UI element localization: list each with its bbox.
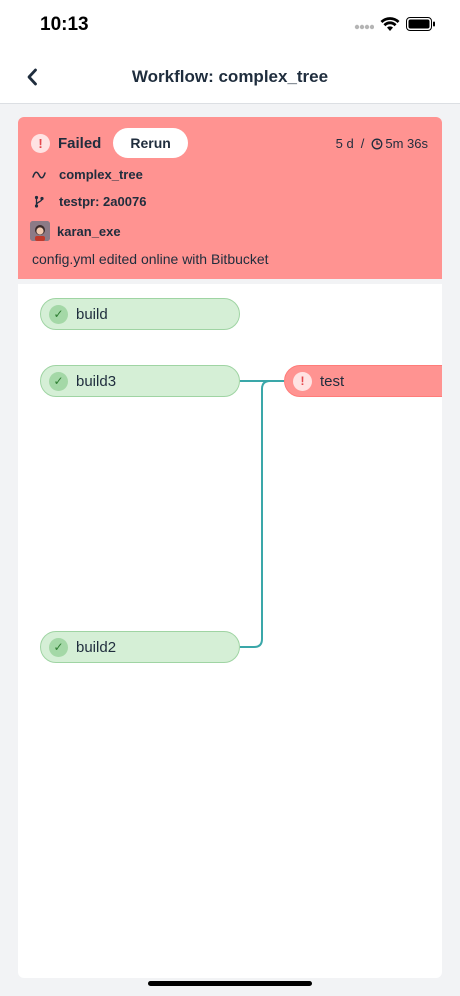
exclamation-circle-icon: !: [293, 371, 312, 391]
user-name: karan_exe: [57, 223, 121, 239]
clock-icon: [371, 138, 383, 149]
workflow-icon: [32, 170, 46, 180]
job-label: build2: [76, 638, 117, 656]
job-label: build3: [76, 372, 117, 390]
signal-icon: [354, 24, 374, 30]
job-build[interactable]: ✓ build: [40, 298, 240, 330]
job-build3[interactable]: ✓ build3: [40, 365, 240, 397]
status-badge: Failed: [58, 134, 102, 152]
duration-text: 5m 36s: [385, 136, 428, 151]
timing-separator: /: [360, 136, 365, 151]
check-circle-icon: ✓: [49, 304, 68, 324]
git-branch-icon: [32, 195, 46, 208]
battery-icon: [406, 17, 435, 31]
job-label: build: [76, 305, 108, 323]
age-text: 5 d: [335, 136, 354, 151]
workflow-summary-card: ! Failed Rerun 5 d / 5m 36s complex_tree: [18, 117, 442, 279]
page-title: Workflow: complex_tree: [131, 67, 329, 86]
status-time: 10:13: [40, 14, 89, 35]
branch-name: testpr: 2a0076: [59, 194, 147, 209]
job-label: test: [320, 372, 345, 390]
wifi-icon: [380, 17, 400, 31]
avatar: [30, 221, 50, 241]
status-bar: 10:13: [0, 0, 460, 50]
workflow-name: complex_tree: [59, 167, 143, 182]
edge-build2-test: [240, 380, 284, 648]
job-test[interactable]: ! test: [284, 365, 442, 397]
check-circle-icon: ✓: [49, 637, 68, 657]
status-row: ! Failed Rerun: [31, 128, 188, 158]
workflow-name-row: complex_tree: [32, 167, 143, 182]
home-indicator[interactable]: [148, 981, 312, 986]
navigation-bar: Workflow: complex_tree: [0, 50, 460, 104]
user-row: karan_exe: [30, 221, 121, 241]
timing-info: 5 d / 5m 36s: [336, 136, 428, 151]
exclamation-circle-icon: !: [31, 133, 50, 153]
commit-message: config.yml edited online with Bitbucket: [32, 251, 269, 267]
workflow-graph: ✓ build ✓ build3 ! test ✓ build2: [18, 284, 442, 978]
job-build2[interactable]: ✓ build2: [40, 631, 240, 663]
check-circle-icon: ✓: [49, 371, 68, 391]
rerun-button[interactable]: Rerun: [113, 128, 188, 158]
branch-row: testpr: 2a0076: [32, 194, 146, 209]
